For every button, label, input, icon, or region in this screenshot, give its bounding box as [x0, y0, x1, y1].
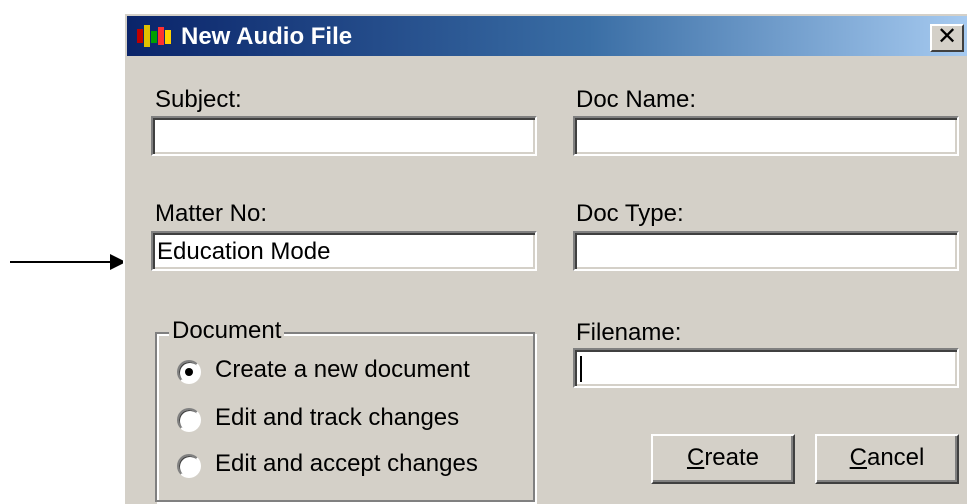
subject-input[interactable] — [151, 116, 537, 156]
radio-create-new-label: Create a new document — [215, 356, 470, 383]
cancel-button[interactable]: Cancel — [815, 434, 959, 484]
filename-label: Filename: — [576, 319, 682, 346]
close-button[interactable]: ✕ — [930, 24, 964, 52]
document-group-legend: Document — [169, 317, 285, 345]
radio-button[interactable] — [177, 454, 201, 478]
radio-edit-track-label: Edit and track changes — [215, 404, 460, 431]
title-bar[interactable]: New Audio File ✕ — [127, 16, 967, 56]
cancel-button-label: ancel — [866, 444, 925, 471]
matter-no-label: Matter No: — [155, 200, 268, 227]
subject-label: Subject: — [155, 86, 242, 113]
radio-edit-accept-label: Edit and accept changes — [215, 450, 478, 477]
text-caret — [580, 356, 582, 382]
doc-name-input[interactable] — [573, 116, 959, 156]
arrow-line — [10, 261, 114, 263]
matter-no-value: Education Mode — [157, 238, 331, 265]
doc-type-input[interactable] — [573, 231, 959, 271]
window-title: New Audio File — [181, 23, 353, 50]
doc-name-label: Doc Name: — [576, 86, 697, 113]
create-button-label: reate — [704, 444, 760, 471]
filename-input[interactable] — [573, 348, 959, 388]
app-icon — [137, 25, 171, 47]
matter-no-input[interactable]: Education Mode — [151, 231, 537, 271]
create-button[interactable]: Create — [651, 434, 795, 484]
new-audio-file-dialog: New Audio File ✕ Subject: Doc Name: Matt… — [123, 12, 967, 504]
radio-button-checked[interactable] — [177, 360, 201, 384]
create-button-mnemonic: C — [686, 444, 705, 471]
close-icon: ✕ — [936, 23, 958, 50]
radio-button[interactable] — [177, 408, 201, 432]
doc-type-label: Doc Type: — [576, 200, 684, 227]
cancel-button-mnemonic: C — [849, 444, 867, 471]
